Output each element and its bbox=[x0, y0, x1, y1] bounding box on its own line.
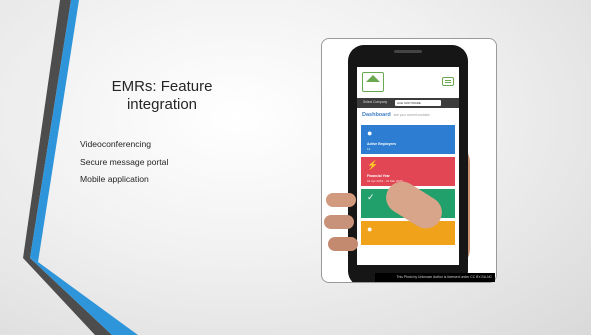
blue-sweep bbox=[30, 258, 138, 335]
slide-title: EMRs: Feature integration bbox=[111, 78, 213, 113]
dark-sweep bbox=[23, 258, 112, 335]
menu-icon bbox=[442, 77, 454, 86]
finger bbox=[326, 193, 356, 207]
user-icon: ● bbox=[367, 224, 373, 234]
bullet-item: Mobile application bbox=[80, 174, 149, 184]
bullet-item: Secure message portal bbox=[80, 156, 169, 167]
company-select: ACE SOFTWARE bbox=[395, 99, 441, 106]
check-icon: ✓ bbox=[367, 192, 375, 202]
card-label: Financial Year bbox=[367, 174, 390, 178]
card-label: Active Employees bbox=[367, 142, 397, 146]
app-header bbox=[357, 67, 459, 98]
bullet-item: Videoconferencing bbox=[80, 139, 152, 149]
slide: EMRs: Feature integration Videoconferenc… bbox=[0, 0, 591, 335]
phone-screen: Select Company ACE SOFTWARE Dashboard see… bbox=[357, 67, 459, 265]
card-value: 14 bbox=[367, 147, 371, 151]
phone-photo: Select Company ACE SOFTWARE Dashboard see… bbox=[321, 38, 497, 283]
lightning-icon: ⚡ bbox=[367, 160, 379, 170]
company-bar: Select Company ACE SOFTWARE bbox=[357, 98, 459, 108]
dashboard-title: Dashboard see your current modules bbox=[362, 112, 430, 118]
bullet-list: Videoconferencing Secure message portal … bbox=[80, 136, 168, 189]
dashboard-heading: Dashboard bbox=[362, 112, 391, 118]
finger bbox=[324, 215, 354, 229]
dashboard-card-users: ● bbox=[361, 221, 455, 245]
user-icon: ● bbox=[367, 128, 373, 138]
dashboard-subtitle: see your current modules bbox=[393, 113, 430, 117]
dashboard-card-employees: ● Active Employees 14 bbox=[361, 125, 455, 154]
photo-attribution[interactable]: This Photo by Unknown Author is licensed… bbox=[375, 273, 495, 282]
phone-earpiece bbox=[394, 50, 422, 53]
finger bbox=[328, 237, 358, 251]
company-label: Select Company bbox=[363, 100, 388, 104]
smartphone: Select Company ACE SOFTWARE Dashboard see… bbox=[348, 45, 468, 282]
app-logo bbox=[362, 72, 384, 92]
